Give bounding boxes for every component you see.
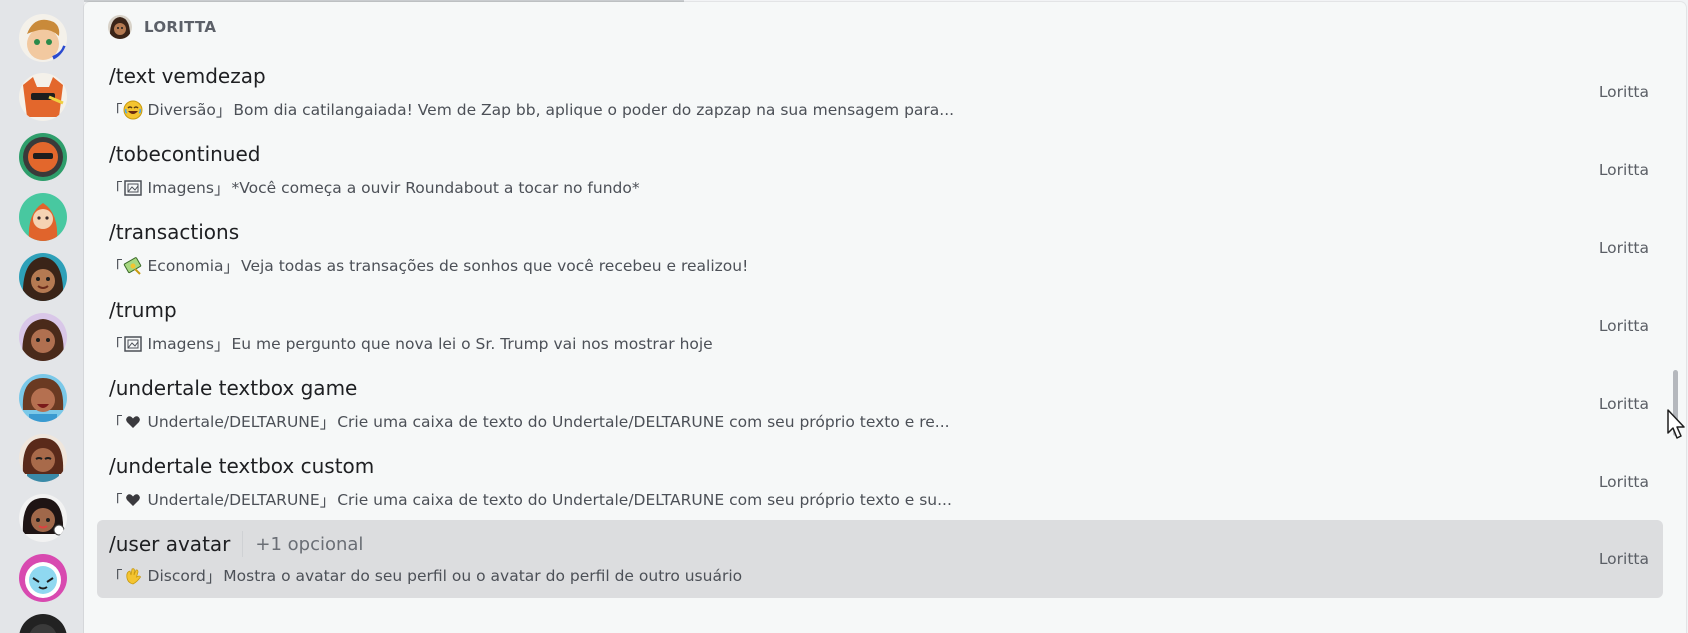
server-avatar-3[interactable] [19,133,67,181]
command-description: Bom dia catilangaiada! Vem de Zap bb, ap… [233,101,955,119]
command-description: Eu me pergunto que nova lei o Sr. Trump … [231,335,713,353]
command-item-tobecontinued[interactable]: /tobecontinued 「 Imagens 」 *Você começa … [97,132,1663,210]
command-description-line: 「 Undertale/DELTARUNE 」 Crie uma caixa d… [107,412,950,432]
laughing-face-icon [123,100,143,120]
command-source: Loritta [1598,473,1649,491]
server-avatar-1[interactable] [19,14,67,62]
server-rail [0,0,84,633]
command-description-line: 「 Undertale/DELTARUNE 」 Crie uma caixa d… [107,490,952,510]
option-separator [242,531,244,557]
command-description: Mostra o avatar do seu perfil ou o avata… [223,567,743,585]
money-icon [123,256,143,276]
server-avatar-11[interactable] [19,614,67,633]
command-description-line: 「 Diversão 」 Bom dia catilangaiada! Vem … [107,100,955,120]
server-avatar-9[interactable] [19,494,67,542]
command-name: /user avatar [109,532,231,556]
command-source: Loritta [1598,161,1649,179]
command-name: /undertale textbox custom [109,454,375,478]
framed-picture-icon [123,178,143,198]
command-category: Diversão [147,101,216,119]
command-item-trump[interactable]: /trump 「 Imagens 」 Eu me pergunto que no… [97,288,1663,366]
black-heart-icon [123,412,143,432]
server-avatar-10[interactable] [19,554,67,602]
command-description: Crie uma caixa de texto do Undertale/DEL… [337,413,950,431]
command-item-user-avatar[interactable]: /user avatar +1 opcional 「 Discord 」 Mos… [97,520,1663,598]
waving-hand-icon [123,566,143,586]
optional-params-count: +1 opcional [255,533,364,555]
server-avatar-5[interactable] [19,253,67,301]
command-description-line: 「 Imagens 」 *Você começa a ouvir Roundab… [107,178,640,198]
command-category: Imagens [147,179,214,197]
server-avatar-4[interactable] [19,193,67,241]
command-name: /trump [109,298,177,322]
command-description: Veja todas as transações de sonhos que v… [241,257,749,275]
server-avatar-2[interactable] [19,73,67,121]
black-heart-icon [123,490,143,510]
command-name: /tobecontinued [109,142,261,166]
command-category: Undertale/DELTARUNE [147,413,320,431]
command-autocomplete-panel: LORITTA /text vemdezap 「 Diversão 」 Bom … [84,2,1686,633]
command-item-undertale-textbox-game[interactable]: /undertale textbox game 「 Undertale/DELT… [97,366,1663,444]
command-description-line: 「 Economia 」 Veja todas as transações de… [107,256,749,276]
command-category: Undertale/DELTARUNE [147,491,320,509]
command-name: /undertale textbox game [109,376,358,400]
command-description: Crie uma caixa de texto do Undertale/DEL… [337,491,952,509]
command-group-header: LORITTA [108,15,216,39]
command-description: *Você começa a ouvir Roundabout a tocar … [231,179,640,197]
command-source: Loritta [1598,83,1649,101]
command-item-text-vemdezap[interactable]: /text vemdezap 「 Diversão 」 Bom dia cati… [97,54,1663,132]
server-avatar-6[interactable] [19,313,67,361]
command-name: /transactions [109,220,240,244]
command-item-undertale-textbox-custom[interactable]: /undertale textbox custom 「 Undertale/DE… [97,444,1663,522]
loritta-avatar [108,15,132,39]
command-name: /text vemdezap [109,64,266,88]
command-source: Loritta [1598,317,1649,335]
command-category: Economia [147,257,224,275]
command-description-line: 「 Discord 」 Mostra o avatar do seu perfi… [107,566,743,586]
command-description-line: 「 Imagens 」 Eu me pergunto que nova lei … [107,334,713,354]
command-category: Discord [147,567,206,585]
server-avatar-8[interactable] [19,434,67,482]
command-category: Imagens [147,335,214,353]
server-avatar-7[interactable] [19,374,67,422]
framed-picture-icon [123,334,143,354]
command-item-transactions[interactable]: /transactions 「 Economia 」 Veja todas as… [97,210,1663,288]
command-source: Loritta [1598,395,1649,413]
command-source: Loritta [1598,550,1649,568]
group-name: LORITTA [144,18,217,36]
command-source: Loritta [1598,239,1649,257]
mouse-cursor-icon [1667,409,1688,441]
